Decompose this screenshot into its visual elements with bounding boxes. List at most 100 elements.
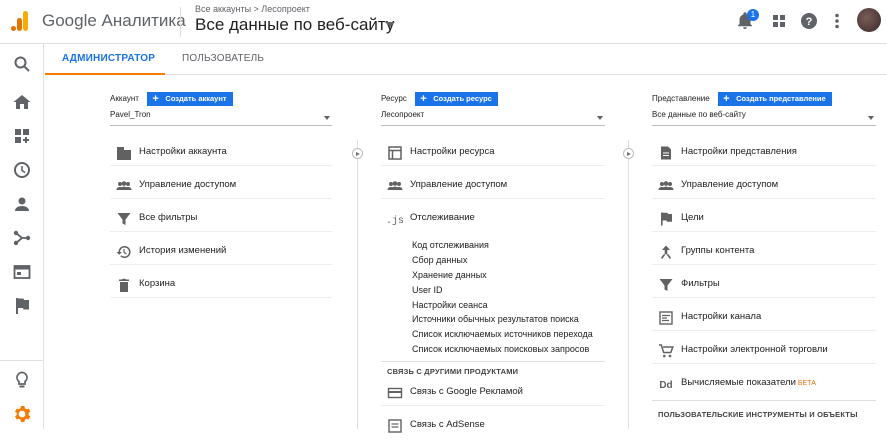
referral-exclusion-list-link[interactable]: Список исключаемых источников перехода <box>412 329 593 339</box>
account-access-management-item[interactable]: Управление доступом <box>110 173 332 199</box>
goals-item[interactable]: Цели <box>652 206 876 232</box>
home-icon[interactable] <box>12 92 32 112</box>
create-view-button[interactable]: Создать представление <box>718 91 832 106</box>
more-vert-icon[interactable] <box>827 11 847 31</box>
menu-item-label: Цели <box>681 212 704 223</box>
adsense-icon <box>388 419 402 433</box>
menu-item-label: Группы контента <box>681 245 755 256</box>
behavior-icon[interactable] <box>12 262 32 282</box>
column-divider <box>357 140 358 429</box>
view-header: Представление Создать представление <box>652 90 832 106</box>
property-select[interactable]: Лесопроект <box>381 110 605 126</box>
content-grouping-item[interactable]: Группы контента <box>652 239 876 265</box>
session-settings-link[interactable]: Настройки сеанса <box>412 300 488 310</box>
beta-badge: БЕТА <box>797 380 816 387</box>
people-icon <box>116 181 132 190</box>
conversions-flag-icon[interactable] <box>12 296 32 316</box>
menu-item-label: Управление доступом <box>139 179 237 190</box>
menu-item-label: Связь с Google Рекламой <box>410 386 523 397</box>
customization-icon[interactable] <box>12 126 32 146</box>
view-filters-item[interactable]: Фильтры <box>652 272 876 298</box>
tab-administrator[interactable]: АДМИНИСТРАТОР <box>62 53 155 64</box>
content-grouping-icon <box>660 245 672 259</box>
dropdown-caret-icon <box>597 116 603 120</box>
tab-user[interactable]: ПОЛЬЗОВАТЕЛЬ <box>182 53 264 64</box>
menu-item-label: Отслеживание <box>410 212 475 223</box>
svg-text:?: ? <box>806 16 813 28</box>
trash-icon <box>119 278 129 292</box>
channel-settings-item[interactable]: Настройки канала <box>652 305 876 331</box>
data-collection-link[interactable]: Сбор данных <box>412 255 467 265</box>
view-select[interactable]: Все данные по веб-сайту <box>652 110 876 126</box>
view-label: Представление <box>652 94 710 104</box>
menu-item-label: Настройки аккаунта <box>139 146 227 157</box>
account-settings-item[interactable]: Настройки аккаунта <box>110 140 332 166</box>
help-icon[interactable]: ? <box>799 11 819 31</box>
view-access-management-item[interactable]: Управление доступом <box>652 173 876 199</box>
building-icon <box>117 147 131 160</box>
organic-search-sources-link[interactable]: Источники обычных результатов поиска <box>412 314 579 324</box>
all-filters-item[interactable]: Все фильтры <box>110 206 332 232</box>
breadcrumb[interactable]: Все аккаунты > Лесопроект <box>195 4 310 14</box>
menu-item-label: Связь с AdSense <box>410 419 485 430</box>
people-icon <box>658 181 674 190</box>
discover-lightbulb-icon[interactable] <box>12 370 32 390</box>
custom-tools-section-heading: ПОЛЬЗОВАТЕЛЬСКИЕ ИНСТРУМЕНТЫ И ОБЪЕКТЫ <box>658 410 858 419</box>
menu-item-label: Настройки представления <box>681 146 797 157</box>
view-settings-item[interactable]: Настройки представления <box>652 140 876 166</box>
realtime-clock-icon[interactable] <box>12 160 32 180</box>
dropdown-caret-icon <box>868 116 874 120</box>
view-selector-caret-icon[interactable] <box>385 22 395 27</box>
notification-count-badge: 1 <box>747 9 759 21</box>
account-header: Аккаунт Создать аккаунт <box>110 90 233 106</box>
property-window-icon <box>388 146 402 160</box>
trash-item[interactable]: Корзина <box>110 272 332 298</box>
create-property-button[interactable]: Создать ресурс <box>415 91 498 106</box>
account-select[interactable]: Pavel_Tron <box>110 110 332 126</box>
search-icon[interactable] <box>12 54 32 74</box>
menu-item-label: Управление доступом <box>410 179 508 190</box>
adsense-linking-item[interactable]: Связь с AdSense <box>381 413 605 439</box>
google-ads-linking-item[interactable]: Связь с Google Рекламой <box>381 380 605 406</box>
apps-grid-icon[interactable] <box>769 11 789 31</box>
people-icon <box>387 181 403 190</box>
tracking-code-link[interactable]: Код отслеживания <box>412 240 489 250</box>
property-selected-value: Лесопроект <box>381 110 425 119</box>
admin-gear-icon[interactable] <box>12 404 32 424</box>
change-history-item[interactable]: История изменений <box>110 239 332 265</box>
user-avatar[interactable] <box>857 8 881 32</box>
admin-tabs: АДМИНИСТРАТОР ПОЛЬЗОВАТЕЛЬ <box>45 44 887 75</box>
flag-icon <box>661 212 672 226</box>
menu-item-label: История изменений <box>139 245 227 256</box>
ecommerce-settings-item[interactable]: Настройки электронной торговли <box>652 338 876 364</box>
svg-text:Dd: Dd <box>659 380 672 391</box>
property-settings-item[interactable]: Настройки ресурса <box>381 140 605 166</box>
document-icon <box>661 146 671 160</box>
menu-item-label: Управление доступом <box>681 179 779 190</box>
search-term-exclusion-list-link[interactable]: Список исключаемых поисковых запросов <box>412 344 589 354</box>
shopping-cart-icon <box>659 344 674 358</box>
account-label: Аккаунт <box>110 94 139 104</box>
product-linking-section-heading: СВЯЗЬ С ДРУГИМИ ПРОДУКТАМИ <box>387 367 519 376</box>
analytics-logo-icon[interactable] <box>11 11 29 31</box>
menu-item-label: Фильтры <box>681 278 720 289</box>
data-retention-link[interactable]: Хранение данных <box>412 270 487 280</box>
menu-item-label: Вычисляемые показатели БЕТА <box>681 377 816 388</box>
property-header: Ресурс Создать ресурс <box>381 90 498 106</box>
nav-divider <box>0 360 44 361</box>
left-nav <box>0 44 44 429</box>
property-access-management-item[interactable]: Управление доступом <box>381 173 605 199</box>
calculated-metrics-item[interactable]: Dd Вычисляемые показатели БЕТА <box>652 371 876 397</box>
acquisition-icon[interactable] <box>12 228 32 248</box>
menu-item-label: Все фильтры <box>139 212 198 223</box>
create-account-button[interactable]: Создать аккаунт <box>147 91 233 106</box>
account-selected-value: Pavel_Tron <box>110 110 151 119</box>
section-divider <box>652 400 876 401</box>
view-selector[interactable]: Все данные по веб-сайту <box>195 15 394 35</box>
tracking-item[interactable]: .js Отслеживание <box>381 206 605 232</box>
column-arrow-icon <box>352 148 363 159</box>
view-selected-value: Все данные по веб-сайту <box>652 110 746 119</box>
audience-person-icon[interactable] <box>12 194 32 214</box>
user-id-link[interactable]: User ID <box>412 285 443 295</box>
menu-item-label: Настройки канала <box>681 311 762 322</box>
